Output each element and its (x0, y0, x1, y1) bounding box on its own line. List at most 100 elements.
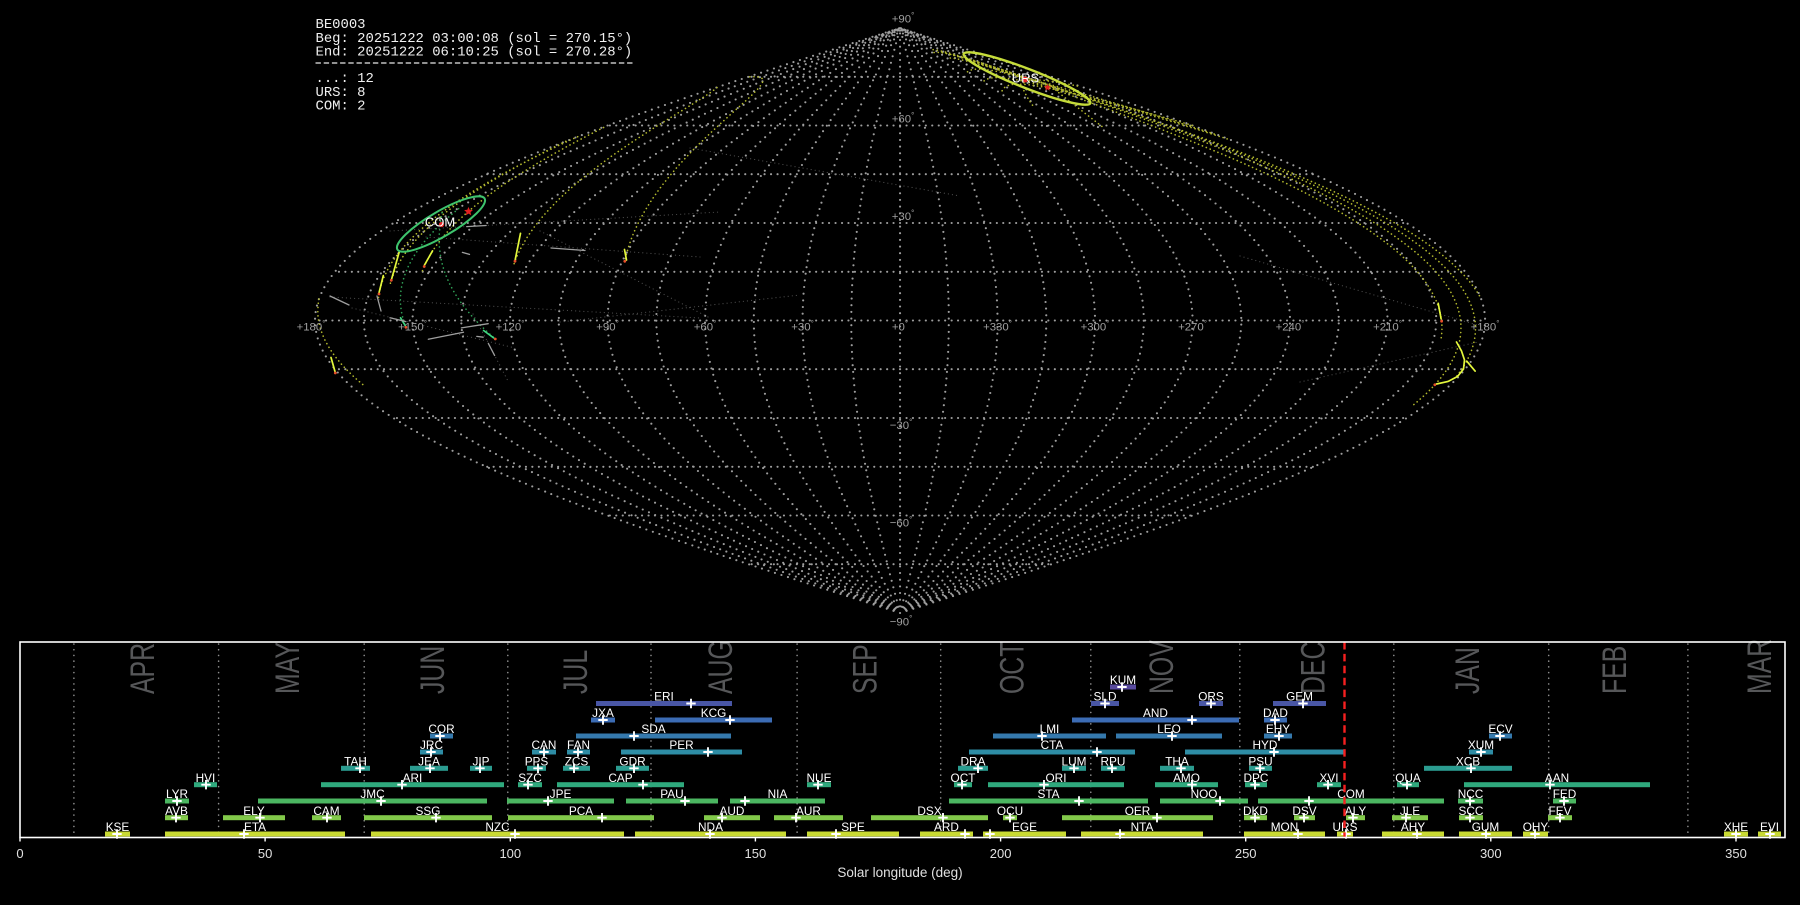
svg-text:+270°: +270° (1178, 319, 1207, 334)
svg-text:CAP: CAP (608, 771, 632, 785)
svg-text:AMO: AMO (1173, 771, 1200, 785)
svg-text:SDA: SDA (641, 722, 665, 736)
svg-text:DEC: DEC (1295, 642, 1333, 694)
svg-text:OCT: OCT (994, 642, 1032, 694)
svg-text:DPC: DPC (1244, 771, 1269, 785)
svg-text:OHY: OHY (1523, 820, 1549, 834)
svg-text:OCU: OCU (997, 804, 1023, 818)
svg-text:FEB: FEB (1596, 646, 1634, 694)
svg-text:RPU: RPU (1101, 754, 1126, 768)
svg-text:ORS: ORS (1198, 690, 1224, 704)
svg-text:JUN: JUN (414, 646, 452, 694)
svg-text:NDA: NDA (698, 820, 723, 834)
svg-text:TAH: TAH (344, 754, 367, 768)
svg-text:ALY: ALY (1345, 804, 1367, 818)
svg-text:ARI: ARI (403, 771, 423, 785)
svg-text:STA: STA (1037, 787, 1059, 801)
svg-text:JIP: JIP (472, 754, 489, 768)
svg-text:NZC: NZC (485, 820, 510, 834)
svg-text:OCT: OCT (951, 771, 976, 785)
svg-text:EVI: EVI (1760, 820, 1779, 834)
svg-text:COR: COR (428, 722, 454, 736)
svg-text:AAN: AAN (1545, 771, 1569, 785)
svg-text:−30°: −30° (890, 418, 913, 433)
svg-text:300: 300 (1480, 846, 1502, 861)
svg-text:+210°: +210° (1373, 319, 1402, 334)
svg-text:ARD: ARD (934, 820, 959, 834)
svg-text:JPE: JPE (550, 787, 572, 801)
svg-text:NOO: NOO (1191, 787, 1218, 801)
svg-text:+60°: +60° (694, 319, 717, 334)
svg-text:COM: COM (1337, 787, 1365, 801)
svg-text:ELY: ELY (243, 804, 265, 818)
svg-text:350: 350 (1725, 846, 1747, 861)
svg-text:XUM: XUM (1468, 738, 1494, 752)
svg-text:ECV: ECV (1488, 722, 1512, 736)
svg-text:250: 250 (1235, 846, 1257, 861)
svg-text:+150°: +150° (398, 319, 427, 334)
svg-text:AUD: AUD (720, 804, 745, 818)
svg-text:JXA: JXA (592, 706, 614, 720)
svg-text:APR: APR (124, 643, 162, 694)
svg-text:FEV: FEV (1549, 804, 1572, 818)
svg-text:KCG: KCG (701, 706, 727, 720)
svg-text:LUM: LUM (1062, 754, 1087, 768)
svg-text:LYR: LYR (166, 787, 188, 801)
svg-text:FED: FED (1553, 787, 1577, 801)
svg-text:SPE: SPE (841, 820, 865, 834)
svg-text:KUM: KUM (1110, 673, 1136, 687)
svg-text:ZCS: ZCS (565, 754, 589, 768)
svg-text:PCA: PCA (569, 804, 593, 818)
svg-text:MAY: MAY (270, 642, 308, 694)
svg-text:DSV: DSV (1292, 804, 1316, 818)
svg-text:GEM: GEM (1286, 690, 1313, 704)
svg-text:AUG: AUG (702, 640, 740, 694)
svg-text:DKD: DKD (1243, 804, 1268, 818)
svg-text:XCB: XCB (1456, 754, 1480, 768)
svg-text:CAN: CAN (532, 738, 557, 752)
svg-text:EGE: EGE (1012, 820, 1037, 834)
svg-text:NIA: NIA (768, 787, 788, 801)
svg-text:JRC: JRC (420, 738, 443, 752)
svg-text:SLD: SLD (1094, 690, 1117, 704)
svg-text:0: 0 (16, 846, 23, 861)
svg-text:MAR: MAR (1742, 639, 1780, 694)
svg-text:ETA: ETA (244, 820, 266, 834)
svg-text:COM: 2: COM: 2 (316, 99, 366, 115)
svg-text:PER: PER (669, 738, 693, 752)
svg-text:NOV: NOV (1143, 640, 1181, 694)
svg-text:Solar longitude (deg): Solar longitude (deg) (837, 865, 962, 880)
svg-text:+240°: +240° (1276, 319, 1305, 334)
svg-text:AUR: AUR (796, 804, 821, 818)
svg-text:OER: OER (1125, 804, 1151, 818)
svg-text:HVI: HVI (196, 771, 216, 785)
svg-text:QUA: QUA (1395, 771, 1421, 785)
svg-text:URS: URS (1012, 71, 1040, 86)
svg-text:XVI: XVI (1319, 771, 1338, 785)
svg-text:NTA: NTA (1131, 820, 1154, 834)
svg-text:EHY: EHY (1266, 722, 1290, 736)
svg-text:+60°: +60° (892, 111, 915, 126)
svg-text:GUM: GUM (1472, 820, 1500, 834)
svg-text:PSU: PSU (1248, 754, 1272, 768)
svg-text:SEP: SEP (847, 644, 885, 694)
svg-text:−60°: −60° (890, 515, 913, 530)
svg-text:CTA: CTA (1041, 738, 1064, 752)
svg-text:AVB: AVB (165, 804, 188, 818)
svg-text:ERI: ERI (654, 690, 674, 704)
svg-text:NCC: NCC (1458, 787, 1484, 801)
svg-text:NUE: NUE (807, 771, 832, 785)
svg-text:COM: COM (425, 215, 455, 230)
svg-text:GDR: GDR (619, 754, 645, 768)
svg-text:XHE: XHE (1724, 820, 1748, 834)
svg-text:100: 100 (499, 846, 521, 861)
svg-text:+30°: +30° (791, 319, 814, 334)
svg-text:150: 150 (745, 846, 767, 861)
svg-text:End: 20251222 06:10:25 (sol =: End: 20251222 06:10:25 (sol = 270.28°) (316, 45, 633, 61)
svg-text:50: 50 (258, 846, 272, 861)
svg-text:ORI: ORI (1046, 771, 1067, 785)
svg-text:+90°: +90° (892, 11, 915, 26)
svg-text:JMC: JMC (360, 787, 385, 801)
svg-text:LMI: LMI (1040, 722, 1060, 736)
svg-text:JEA: JEA (418, 754, 440, 768)
